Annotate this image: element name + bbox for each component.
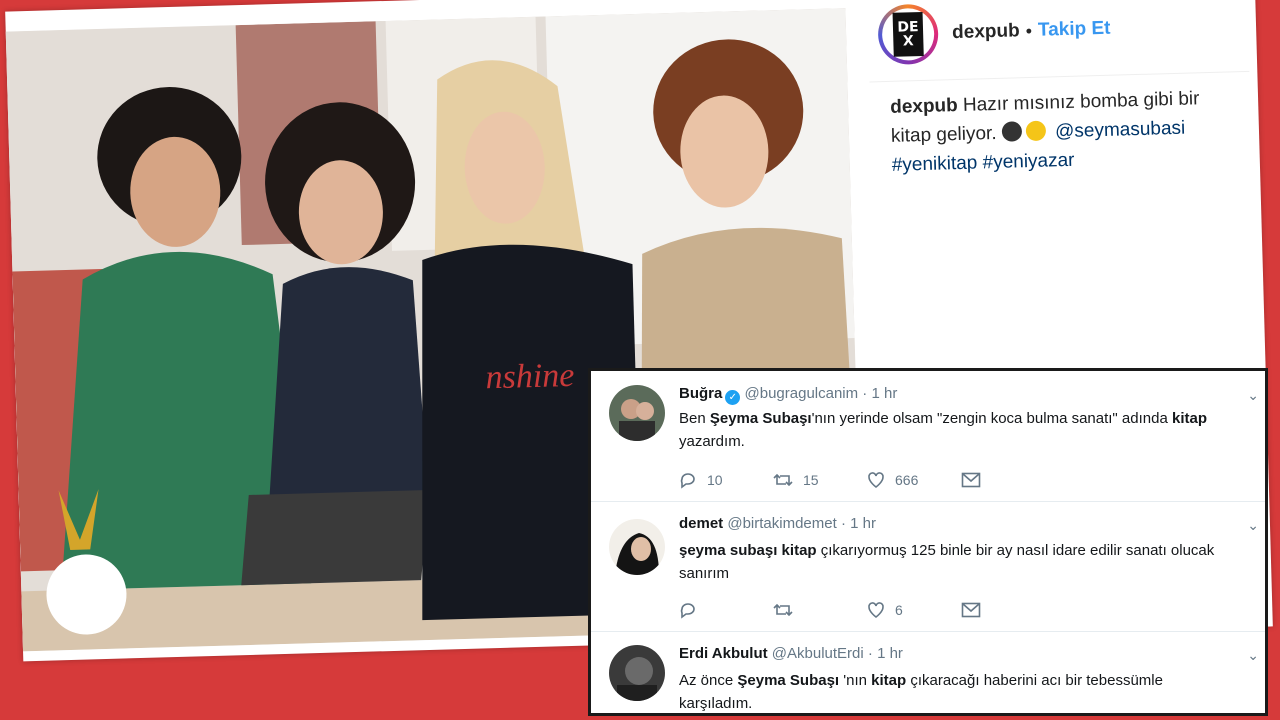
tweet-author-name[interactable]: Erdi Akbulut <box>679 645 768 662</box>
caption-username[interactable]: dexpub <box>890 95 958 118</box>
tweet-text: şeyma subaşı kitap çıkarıyormuş 125 binl… <box>679 542 1215 582</box>
tweet-actions: 6 <box>679 601 1055 619</box>
twitter-search-results: Buğra ✓ @bugragulcanim · 1 hr ⌄ Ben Şeyma… <box>588 368 1268 716</box>
caption-hashtags[interactable]: #yenikitap #yeniyazar <box>892 150 1075 176</box>
tweet-header: demet @birtakimdemet · 1 hr <box>679 515 876 532</box>
reply-icon <box>680 473 695 489</box>
tweet-author-name[interactable]: Buğra <box>679 385 722 402</box>
retweet-button[interactable]: 15 <box>773 471 867 489</box>
verified-badge-icon: ✓ <box>725 390 741 405</box>
tweet-avatar[interactable] <box>609 645 665 701</box>
tweet-header: Erdi Akbulut @AkbulutErdi · 1 hr <box>679 645 903 662</box>
tweet-time[interactable]: 1 hr <box>871 385 897 402</box>
chevron-down-icon[interactable]: ⌄ <box>1247 387 1259 404</box>
post-header: DE X dexpub • Takip Et <box>877 0 1111 66</box>
direct-message-button[interactable] <box>961 471 1055 489</box>
tweet-handle[interactable]: @AkbulutErdi <box>772 645 864 662</box>
direct-message-button[interactable] <box>961 601 1055 619</box>
tweet-text: Ben Şeyma Subaşı'nın yerinde olsam "zeng… <box>679 410 1207 450</box>
sunglasses-emoji-icon <box>1025 120 1047 142</box>
header-divider <box>869 70 1250 83</box>
post-caption: dexpub Hazır mısınız bomba gibi bir kita… <box>890 83 1242 180</box>
tweet-avatar[interactable] <box>609 519 665 575</box>
tweet-time[interactable]: 1 hr <box>850 515 876 532</box>
tweet-author-name[interactable]: demet <box>679 515 723 532</box>
profile-username[interactable]: dexpub <box>952 20 1020 44</box>
reply-count: 10 <box>707 472 723 488</box>
tweet-time[interactable]: 1 hr <box>877 645 903 662</box>
like-button[interactable]: 666 <box>867 471 961 489</box>
tweet[interactable]: Buğra ✓ @bugragulcanim · 1 hr ⌄ Ben Şeyma… <box>591 371 1265 502</box>
chevron-down-icon[interactable]: ⌄ <box>1247 517 1259 534</box>
tweet-actions: 10 15 666 <box>679 471 1055 489</box>
retweet-icon <box>773 473 793 487</box>
tweet-avatar[interactable] <box>609 385 665 441</box>
like-count: 6 <box>895 602 903 618</box>
like-button[interactable]: 6 <box>867 601 961 619</box>
retweet-button[interactable] <box>773 601 867 619</box>
tweet-handle[interactable]: @birtakimdemet <box>727 515 836 532</box>
tweet-handle[interactable]: @bugragulcanim <box>745 385 859 402</box>
dex-logo: DE X <box>892 11 924 57</box>
reply-button[interactable]: 10 <box>679 471 773 489</box>
shirt-text: nshine <box>485 357 575 396</box>
reply-button[interactable] <box>679 601 773 619</box>
heart-icon <box>868 472 884 488</box>
tweet-text: Az önce Şeyma Subaşı 'nın kitap çıkaraca… <box>679 672 1163 712</box>
retweet-count: 15 <box>803 472 819 488</box>
tweet[interactable]: Erdi Akbulut @AkbulutErdi · 1 hr ⌄ Az ön… <box>591 631 1265 713</box>
envelope-icon <box>961 472 981 488</box>
like-count: 666 <box>895 472 919 488</box>
bomb-emoji-icon <box>1001 121 1023 142</box>
reply-icon <box>680 603 695 619</box>
profile-avatar[interactable]: DE X <box>877 3 939 66</box>
retweet-icon <box>773 603 793 617</box>
caption-mention[interactable]: @seymasubasi <box>1055 118 1186 143</box>
follow-button[interactable]: Takip Et <box>1038 18 1111 42</box>
tweet[interactable]: demet @birtakimdemet · 1 hr ⌄ şeyma suba… <box>591 501 1265 632</box>
envelope-icon <box>961 602 981 618</box>
tweet-header: Buğra ✓ @bugragulcanim · 1 hr <box>679 385 898 405</box>
separator-dot: • <box>1025 20 1033 41</box>
heart-icon <box>868 602 884 618</box>
chevron-down-icon[interactable]: ⌄ <box>1247 647 1259 664</box>
